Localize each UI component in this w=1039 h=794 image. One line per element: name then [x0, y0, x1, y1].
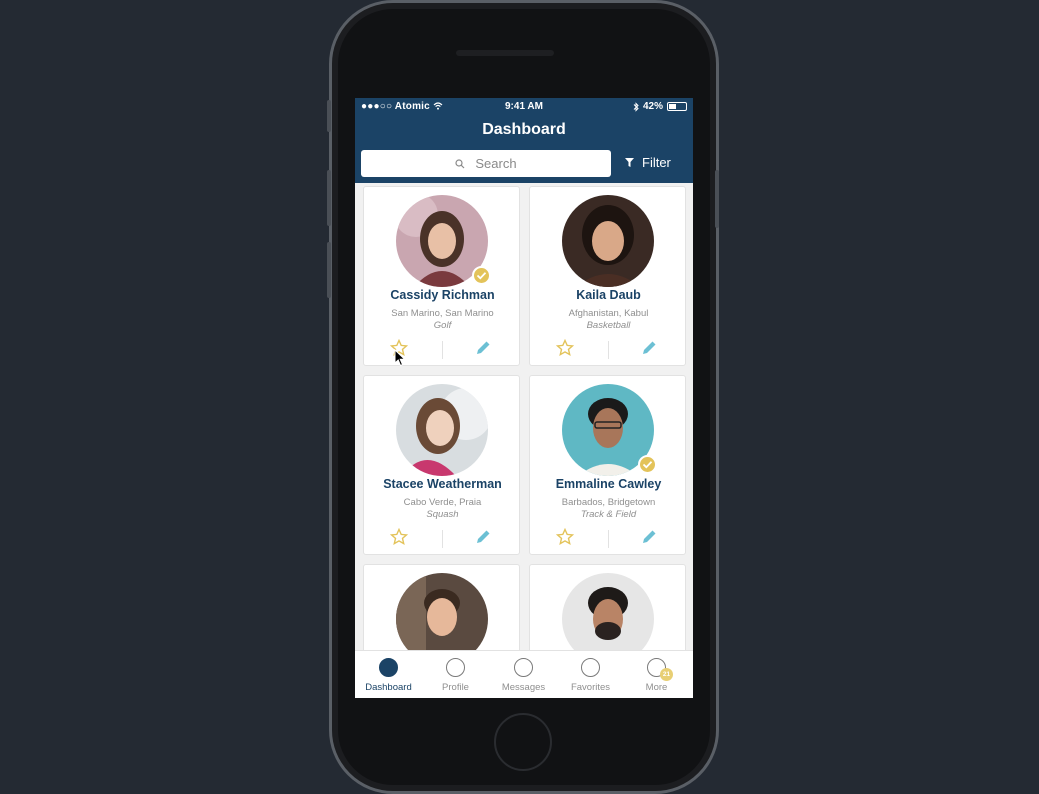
tab-bar: Dashboard Profile Messages Favorites 21 … [355, 650, 693, 698]
check-badge-icon [638, 455, 657, 474]
edit-button[interactable] [640, 339, 658, 362]
card-actions [364, 337, 521, 361]
profile-card[interactable]: Stacee Weatherman Cabo Verde, Praia Squa… [363, 375, 520, 555]
search-placeholder: Search [475, 156, 517, 171]
mouse-cursor-icon [394, 349, 406, 367]
card-actions [530, 337, 687, 361]
tab-profile[interactable]: Profile [422, 651, 489, 698]
favorite-button[interactable] [555, 338, 575, 362]
profile-location: Afghanistan, Kabul [568, 308, 649, 319]
power-button [715, 170, 719, 228]
profile-sport: Track & Field [580, 509, 637, 520]
tab-label: Favorites [570, 682, 611, 693]
divider [608, 530, 609, 548]
profile-icon [446, 658, 465, 677]
filter-icon [625, 158, 634, 167]
profile-location: Barbados, Bridgetown [561, 497, 656, 508]
messages-icon [514, 658, 533, 677]
favorite-button[interactable] [389, 527, 409, 551]
battery-icon [667, 102, 687, 111]
profile-sport: Squash [426, 509, 459, 520]
profile-card[interactable]: Kaila Daub Afghanistan, Kabul Basketball [529, 186, 686, 366]
home-button[interactable] [494, 713, 552, 771]
battery-percent: 42% [642, 101, 663, 112]
card-actions [364, 526, 521, 550]
volume-up-button [327, 170, 331, 226]
avatar [396, 384, 488, 476]
status-bar: ●●●○○ Atomic 9:41 AM 42% [355, 98, 693, 114]
volume-down-button [327, 242, 331, 298]
tab-dashboard[interactable]: Dashboard [355, 651, 422, 698]
star-icon [555, 338, 575, 357]
bluetooth-icon [633, 101, 639, 112]
profile-card[interactable]: Emmaline Cawley Barbados, Bridgetown Tra… [529, 375, 686, 555]
status-right: 42% [633, 101, 687, 112]
profile-name: Kaila Daub [576, 288, 641, 302]
profile-sport: Basketball [586, 320, 631, 331]
app-header: ●●●○○ Atomic 9:41 AM 42% Dashboard Searc… [355, 98, 693, 183]
mute-switch [327, 100, 331, 132]
star-icon [389, 527, 409, 546]
tab-label: Dashboard [365, 682, 412, 693]
profile-name: Emmaline Cawley [555, 477, 662, 491]
profile-location: Cabo Verde, Praia [403, 497, 482, 508]
tab-more[interactable]: 21 More [623, 651, 690, 698]
divider [442, 530, 443, 548]
edit-button[interactable] [640, 528, 658, 551]
pencil-icon [477, 341, 490, 354]
profile-name: Stacee Weatherman [383, 477, 502, 491]
favorites-icon [581, 658, 600, 677]
tab-messages[interactable]: Messages [490, 651, 557, 698]
pencil-icon [643, 530, 656, 543]
favorite-button[interactable] [555, 527, 575, 551]
search-input[interactable]: Search [361, 150, 611, 177]
edit-button[interactable] [474, 528, 492, 551]
tab-favorites[interactable]: Favorites [557, 651, 624, 698]
tab-label: Profile [442, 682, 469, 693]
star-icon [555, 527, 575, 546]
pencil-icon [643, 341, 656, 354]
check-badge-icon [472, 266, 491, 285]
app-screen: ●●●○○ Atomic 9:41 AM 42% Dashboard Searc… [355, 98, 693, 698]
notification-badge: 21 [660, 668, 673, 681]
filter-button[interactable]: Filter [625, 155, 671, 170]
tab-label: More [645, 682, 668, 693]
speaker [456, 50, 554, 56]
filter-label: Filter [642, 155, 671, 170]
profile-sport: Golf [433, 320, 452, 331]
avatar [562, 195, 654, 287]
pencil-icon [477, 530, 490, 543]
edit-button[interactable] [474, 339, 492, 362]
search-icon [455, 158, 465, 168]
page-title: Dashboard [482, 121, 566, 138]
profile-location: San Marino, San Marino [391, 308, 494, 319]
divider [442, 341, 443, 359]
dashboard-icon [379, 658, 398, 677]
profile-card[interactable]: Cassidy Richman San Marino, San Marino G… [363, 186, 520, 366]
tab-label: Messages [501, 682, 546, 693]
card-actions [530, 526, 687, 550]
profile-name: Cassidy Richman [390, 288, 495, 302]
divider [608, 341, 609, 359]
